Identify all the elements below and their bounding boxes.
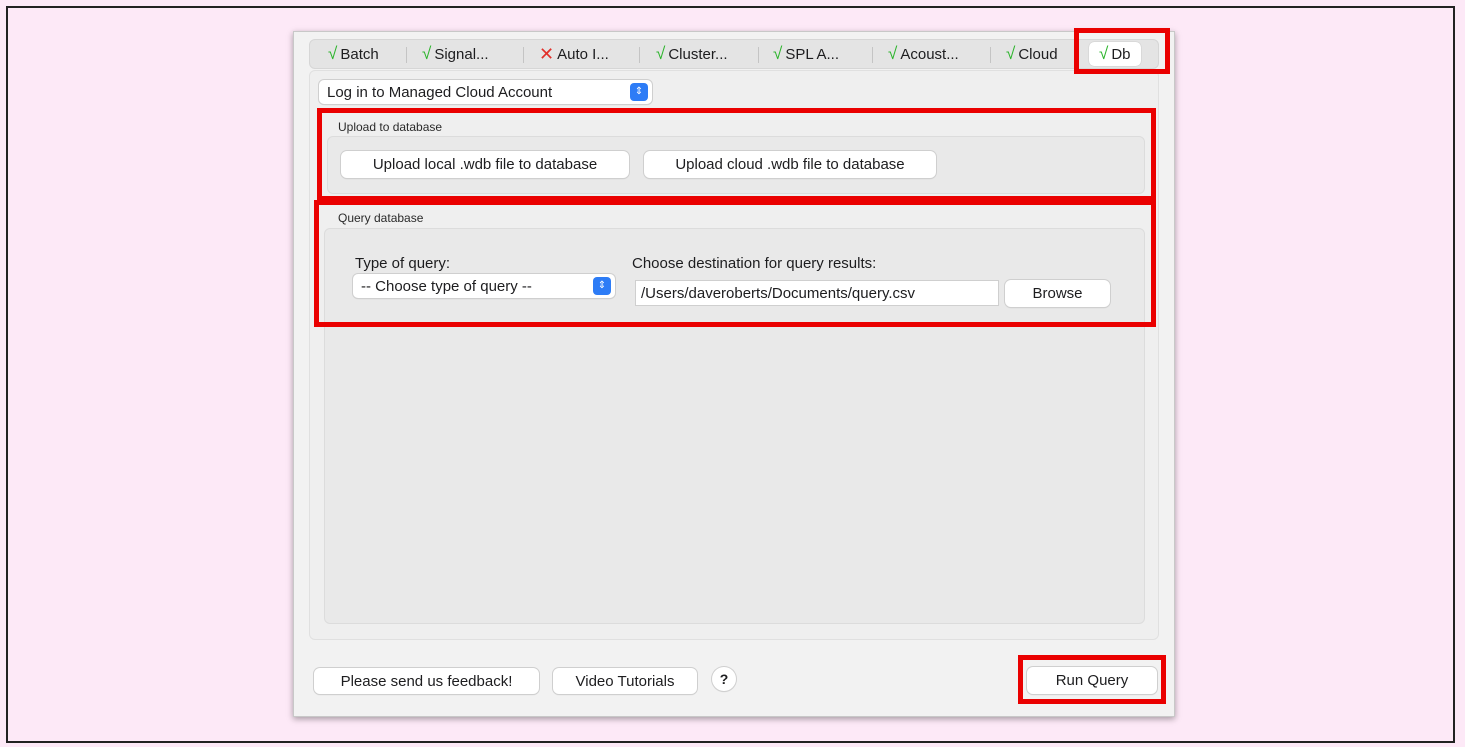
video-tutorials-button[interactable]: Video Tutorials xyxy=(553,668,697,694)
tab-divider xyxy=(406,47,407,63)
account-select-value: Log in to Managed Cloud Account xyxy=(327,83,553,101)
tab-divider xyxy=(523,47,524,63)
tab-spl[interactable]: √ SPL A... xyxy=(773,40,839,68)
feedback-button[interactable]: Please send us feedback! xyxy=(314,668,539,694)
account-select[interactable]: Log in to Managed Cloud Account ⇕ xyxy=(319,80,652,104)
check-icon: √ xyxy=(656,44,666,63)
query-group-title: Query database xyxy=(338,211,424,225)
tab-label: Db xyxy=(1111,45,1131,63)
tab-cloud[interactable]: √ Cloud xyxy=(1006,40,1058,68)
tab-label: Acoust... xyxy=(900,45,959,63)
help-button[interactable]: ? xyxy=(712,667,736,691)
tab-label: Signal... xyxy=(434,45,489,63)
tab-acoust[interactable]: √ Acoust... xyxy=(888,40,959,68)
tab-label: Cluster... xyxy=(668,45,728,63)
tab-divider xyxy=(758,47,759,63)
tab-label: SPL A... xyxy=(785,45,839,63)
tab-batch[interactable]: √ Batch xyxy=(328,40,379,68)
upload-local-button[interactable]: Upload local .wdb file to database xyxy=(341,151,629,178)
tab-db[interactable]: √ Db xyxy=(1089,42,1141,66)
upload-cloud-button[interactable]: Upload cloud .wdb file to database xyxy=(644,151,936,178)
tab-label: Batch xyxy=(340,45,379,63)
check-icon: √ xyxy=(1099,44,1109,63)
tab-auto[interactable]: ✕ Auto I... xyxy=(539,40,609,68)
query-type-select[interactable]: -- Choose type of query -- ⇕ xyxy=(353,274,615,298)
query-type-value: -- Choose type of query -- xyxy=(361,277,532,295)
tab-divider xyxy=(872,47,873,63)
check-icon: √ xyxy=(888,44,898,63)
tab-label: Cloud xyxy=(1018,45,1058,63)
check-icon: √ xyxy=(773,44,783,63)
tab-label: Auto I... xyxy=(557,45,609,63)
destination-label: Choose destination for query results: xyxy=(632,255,877,272)
run-query-button[interactable]: Run Query xyxy=(1027,667,1157,694)
browse-button[interactable]: Browse xyxy=(1005,280,1110,307)
tab-divider xyxy=(639,47,640,63)
x-icon: ✕ xyxy=(539,43,555,64)
check-icon: √ xyxy=(328,44,338,63)
check-icon: √ xyxy=(422,44,432,63)
upload-group-title: Upload to database xyxy=(338,120,443,134)
chevron-updown-icon: ⇕ xyxy=(630,83,648,101)
tab-divider xyxy=(990,47,991,63)
check-icon: √ xyxy=(1006,44,1016,63)
tab-signal[interactable]: √ Signal... xyxy=(422,40,489,68)
chevron-updown-icon: ⇕ xyxy=(593,277,611,295)
tab-bar: √ Batch √ Signal... ✕ Auto I... √ Cluste… xyxy=(309,39,1159,69)
app-window: √ Batch √ Signal... ✕ Auto I... √ Cluste… xyxy=(293,31,1175,717)
tab-cluster[interactable]: √ Cluster... xyxy=(656,40,728,68)
destination-field[interactable]: /Users/daveroberts/Documents/query.csv xyxy=(635,280,999,306)
query-type-label: Type of query: xyxy=(355,255,451,272)
